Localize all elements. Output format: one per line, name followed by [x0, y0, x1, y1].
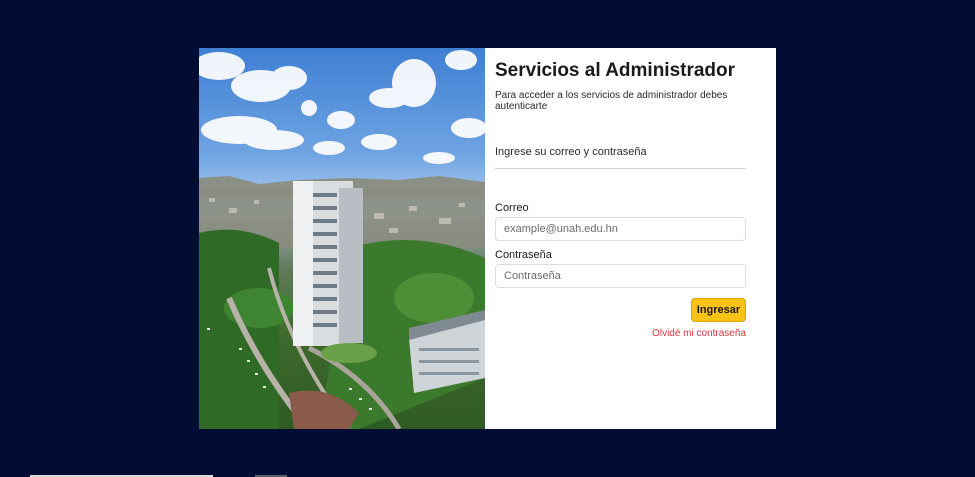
page-title: Servicios al Administrador: [495, 60, 736, 81]
login-form: Servicios al Administrador Para acceder …: [485, 48, 776, 429]
form-actions: Ingresar Olvidé mi contraseña: [495, 298, 746, 339]
forgot-password-link[interactable]: Olvidé mi contraseña: [495, 328, 746, 339]
page-subtitle: Para acceder a los servicios de administ…: [495, 90, 728, 112]
campus-photo-illustration: [199, 50, 485, 429]
campus-photo: [199, 48, 485, 429]
email-field[interactable]: [495, 217, 746, 241]
email-label: Correo: [495, 202, 529, 214]
submit-button[interactable]: Ingresar: [691, 298, 746, 322]
login-card: Servicios al Administrador Para acceder …: [199, 48, 776, 429]
password-label: Contraseña: [495, 249, 552, 261]
form-instruction: Ingrese su correo y contraseña: [495, 146, 746, 169]
password-field[interactable]: [495, 264, 746, 288]
